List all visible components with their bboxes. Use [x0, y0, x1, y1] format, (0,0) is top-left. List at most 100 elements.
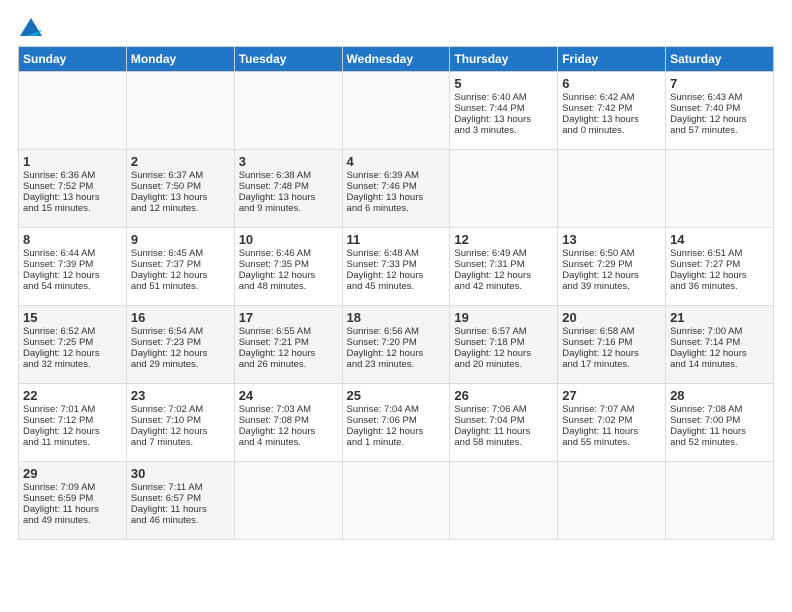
cell-line: Sunrise: 7:00 AM — [670, 326, 769, 337]
calendar-cell: 18Sunrise: 6:56 AMSunset: 7:20 PMDayligh… — [342, 306, 450, 384]
cell-line: Sunrise: 7:07 AM — [562, 404, 661, 415]
cell-line: Sunset: 7:27 PM — [670, 259, 769, 270]
cell-line: Daylight: 12 hours — [670, 114, 769, 125]
cell-line: and 4 minutes. — [239, 437, 338, 448]
calendar-cell — [450, 462, 558, 540]
calendar-cell — [126, 72, 234, 150]
cell-line: Sunrise: 6:39 AM — [347, 170, 446, 181]
cell-line: Daylight: 12 hours — [131, 270, 230, 281]
calendar-week-6: 29Sunrise: 7:09 AMSunset: 6:59 PMDayligh… — [19, 462, 774, 540]
day-number: 20 — [562, 310, 661, 325]
header — [18, 18, 774, 36]
calendar-cell: 11Sunrise: 6:48 AMSunset: 7:33 PMDayligh… — [342, 228, 450, 306]
day-number: 25 — [347, 388, 446, 403]
cell-line: and 48 minutes. — [239, 281, 338, 292]
calendar-cell: 14Sunrise: 6:51 AMSunset: 7:27 PMDayligh… — [666, 228, 774, 306]
day-number: 13 — [562, 232, 661, 247]
cell-line: Sunrise: 6:37 AM — [131, 170, 230, 181]
col-header-tuesday: Tuesday — [234, 47, 342, 72]
calendar-cell: 27Sunrise: 7:07 AMSunset: 7:02 PMDayligh… — [558, 384, 666, 462]
cell-line: Daylight: 11 hours — [562, 426, 661, 437]
day-number: 27 — [562, 388, 661, 403]
cell-line: Sunset: 7:31 PM — [454, 259, 553, 270]
cell-line: Daylight: 11 hours — [23, 504, 122, 515]
day-number: 15 — [23, 310, 122, 325]
cell-line: Daylight: 13 hours — [347, 192, 446, 203]
calendar-cell: 8Sunrise: 6:44 AMSunset: 7:39 PMDaylight… — [19, 228, 127, 306]
cell-line: Daylight: 13 hours — [454, 114, 553, 125]
cell-line: and 58 minutes. — [454, 437, 553, 448]
day-number: 5 — [454, 76, 553, 91]
day-number: 23 — [131, 388, 230, 403]
calendar-cell: 21Sunrise: 7:00 AMSunset: 7:14 PMDayligh… — [666, 306, 774, 384]
cell-line: Daylight: 13 hours — [562, 114, 661, 125]
calendar-table: SundayMondayTuesdayWednesdayThursdayFrid… — [18, 46, 774, 540]
logo — [18, 18, 42, 36]
cell-line: Daylight: 12 hours — [670, 270, 769, 281]
calendar-cell — [234, 72, 342, 150]
calendar-cell: 20Sunrise: 6:58 AMSunset: 7:16 PMDayligh… — [558, 306, 666, 384]
cell-line: Daylight: 11 hours — [670, 426, 769, 437]
cell-line: Daylight: 12 hours — [131, 348, 230, 359]
day-number: 3 — [239, 154, 338, 169]
calendar-cell — [666, 150, 774, 228]
col-header-monday: Monday — [126, 47, 234, 72]
cell-line: Sunset: 7:16 PM — [562, 337, 661, 348]
cell-line: Sunrise: 6:40 AM — [454, 92, 553, 103]
col-header-saturday: Saturday — [666, 47, 774, 72]
cell-line: Daylight: 12 hours — [239, 426, 338, 437]
calendar-cell: 25Sunrise: 7:04 AMSunset: 7:06 PMDayligh… — [342, 384, 450, 462]
cell-line: Sunset: 7:20 PM — [347, 337, 446, 348]
day-number: 2 — [131, 154, 230, 169]
col-header-friday: Friday — [558, 47, 666, 72]
cell-line: Sunset: 7:12 PM — [23, 415, 122, 426]
day-number: 16 — [131, 310, 230, 325]
cell-line: Sunset: 7:02 PM — [562, 415, 661, 426]
day-number: 7 — [670, 76, 769, 91]
cell-line: and 1 minute. — [347, 437, 446, 448]
cell-line: Sunset: 7:18 PM — [454, 337, 553, 348]
cell-line: Sunset: 7:04 PM — [454, 415, 553, 426]
cell-line: Sunrise: 6:58 AM — [562, 326, 661, 337]
cell-line: Sunrise: 6:51 AM — [670, 248, 769, 259]
cell-line: and 36 minutes. — [670, 281, 769, 292]
calendar-cell: 30Sunrise: 7:11 AMSunset: 6:57 PMDayligh… — [126, 462, 234, 540]
cell-line: Sunset: 7:14 PM — [670, 337, 769, 348]
cell-line: and 9 minutes. — [239, 203, 338, 214]
cell-line: and 52 minutes. — [670, 437, 769, 448]
calendar-cell: 26Sunrise: 7:06 AMSunset: 7:04 PMDayligh… — [450, 384, 558, 462]
col-header-thursday: Thursday — [450, 47, 558, 72]
cell-line: Daylight: 12 hours — [454, 270, 553, 281]
cell-line: Sunrise: 6:50 AM — [562, 248, 661, 259]
day-number: 12 — [454, 232, 553, 247]
cell-line: Sunrise: 6:38 AM — [239, 170, 338, 181]
day-number: 26 — [454, 388, 553, 403]
cell-line: and 15 minutes. — [23, 203, 122, 214]
day-number: 21 — [670, 310, 769, 325]
calendar-cell: 3Sunrise: 6:38 AMSunset: 7:48 PMDaylight… — [234, 150, 342, 228]
calendar-cell — [450, 150, 558, 228]
calendar-cell: 23Sunrise: 7:02 AMSunset: 7:10 PMDayligh… — [126, 384, 234, 462]
cell-line: and 20 minutes. — [454, 359, 553, 370]
cell-line: Sunset: 7:35 PM — [239, 259, 338, 270]
day-number: 11 — [347, 232, 446, 247]
calendar-cell: 6Sunrise: 6:42 AMSunset: 7:42 PMDaylight… — [558, 72, 666, 150]
cell-line: Sunrise: 6:46 AM — [239, 248, 338, 259]
cell-line: and 6 minutes. — [347, 203, 446, 214]
cell-line: Daylight: 12 hours — [454, 348, 553, 359]
calendar-cell: 19Sunrise: 6:57 AMSunset: 7:18 PMDayligh… — [450, 306, 558, 384]
calendar-cell: 29Sunrise: 7:09 AMSunset: 6:59 PMDayligh… — [19, 462, 127, 540]
calendar-cell: 13Sunrise: 6:50 AMSunset: 7:29 PMDayligh… — [558, 228, 666, 306]
cell-line: and 12 minutes. — [131, 203, 230, 214]
day-number: 28 — [670, 388, 769, 403]
header-row: SundayMondayTuesdayWednesdayThursdayFrid… — [19, 47, 774, 72]
cell-line: Sunset: 7:50 PM — [131, 181, 230, 192]
cell-line: and 32 minutes. — [23, 359, 122, 370]
cell-line: Sunset: 7:46 PM — [347, 181, 446, 192]
cell-line: Sunset: 7:06 PM — [347, 415, 446, 426]
cell-line: Sunrise: 6:54 AM — [131, 326, 230, 337]
cell-line: Sunset: 7:25 PM — [23, 337, 122, 348]
cell-line: Sunrise: 6:56 AM — [347, 326, 446, 337]
cell-line: and 45 minutes. — [347, 281, 446, 292]
calendar-cell — [342, 462, 450, 540]
